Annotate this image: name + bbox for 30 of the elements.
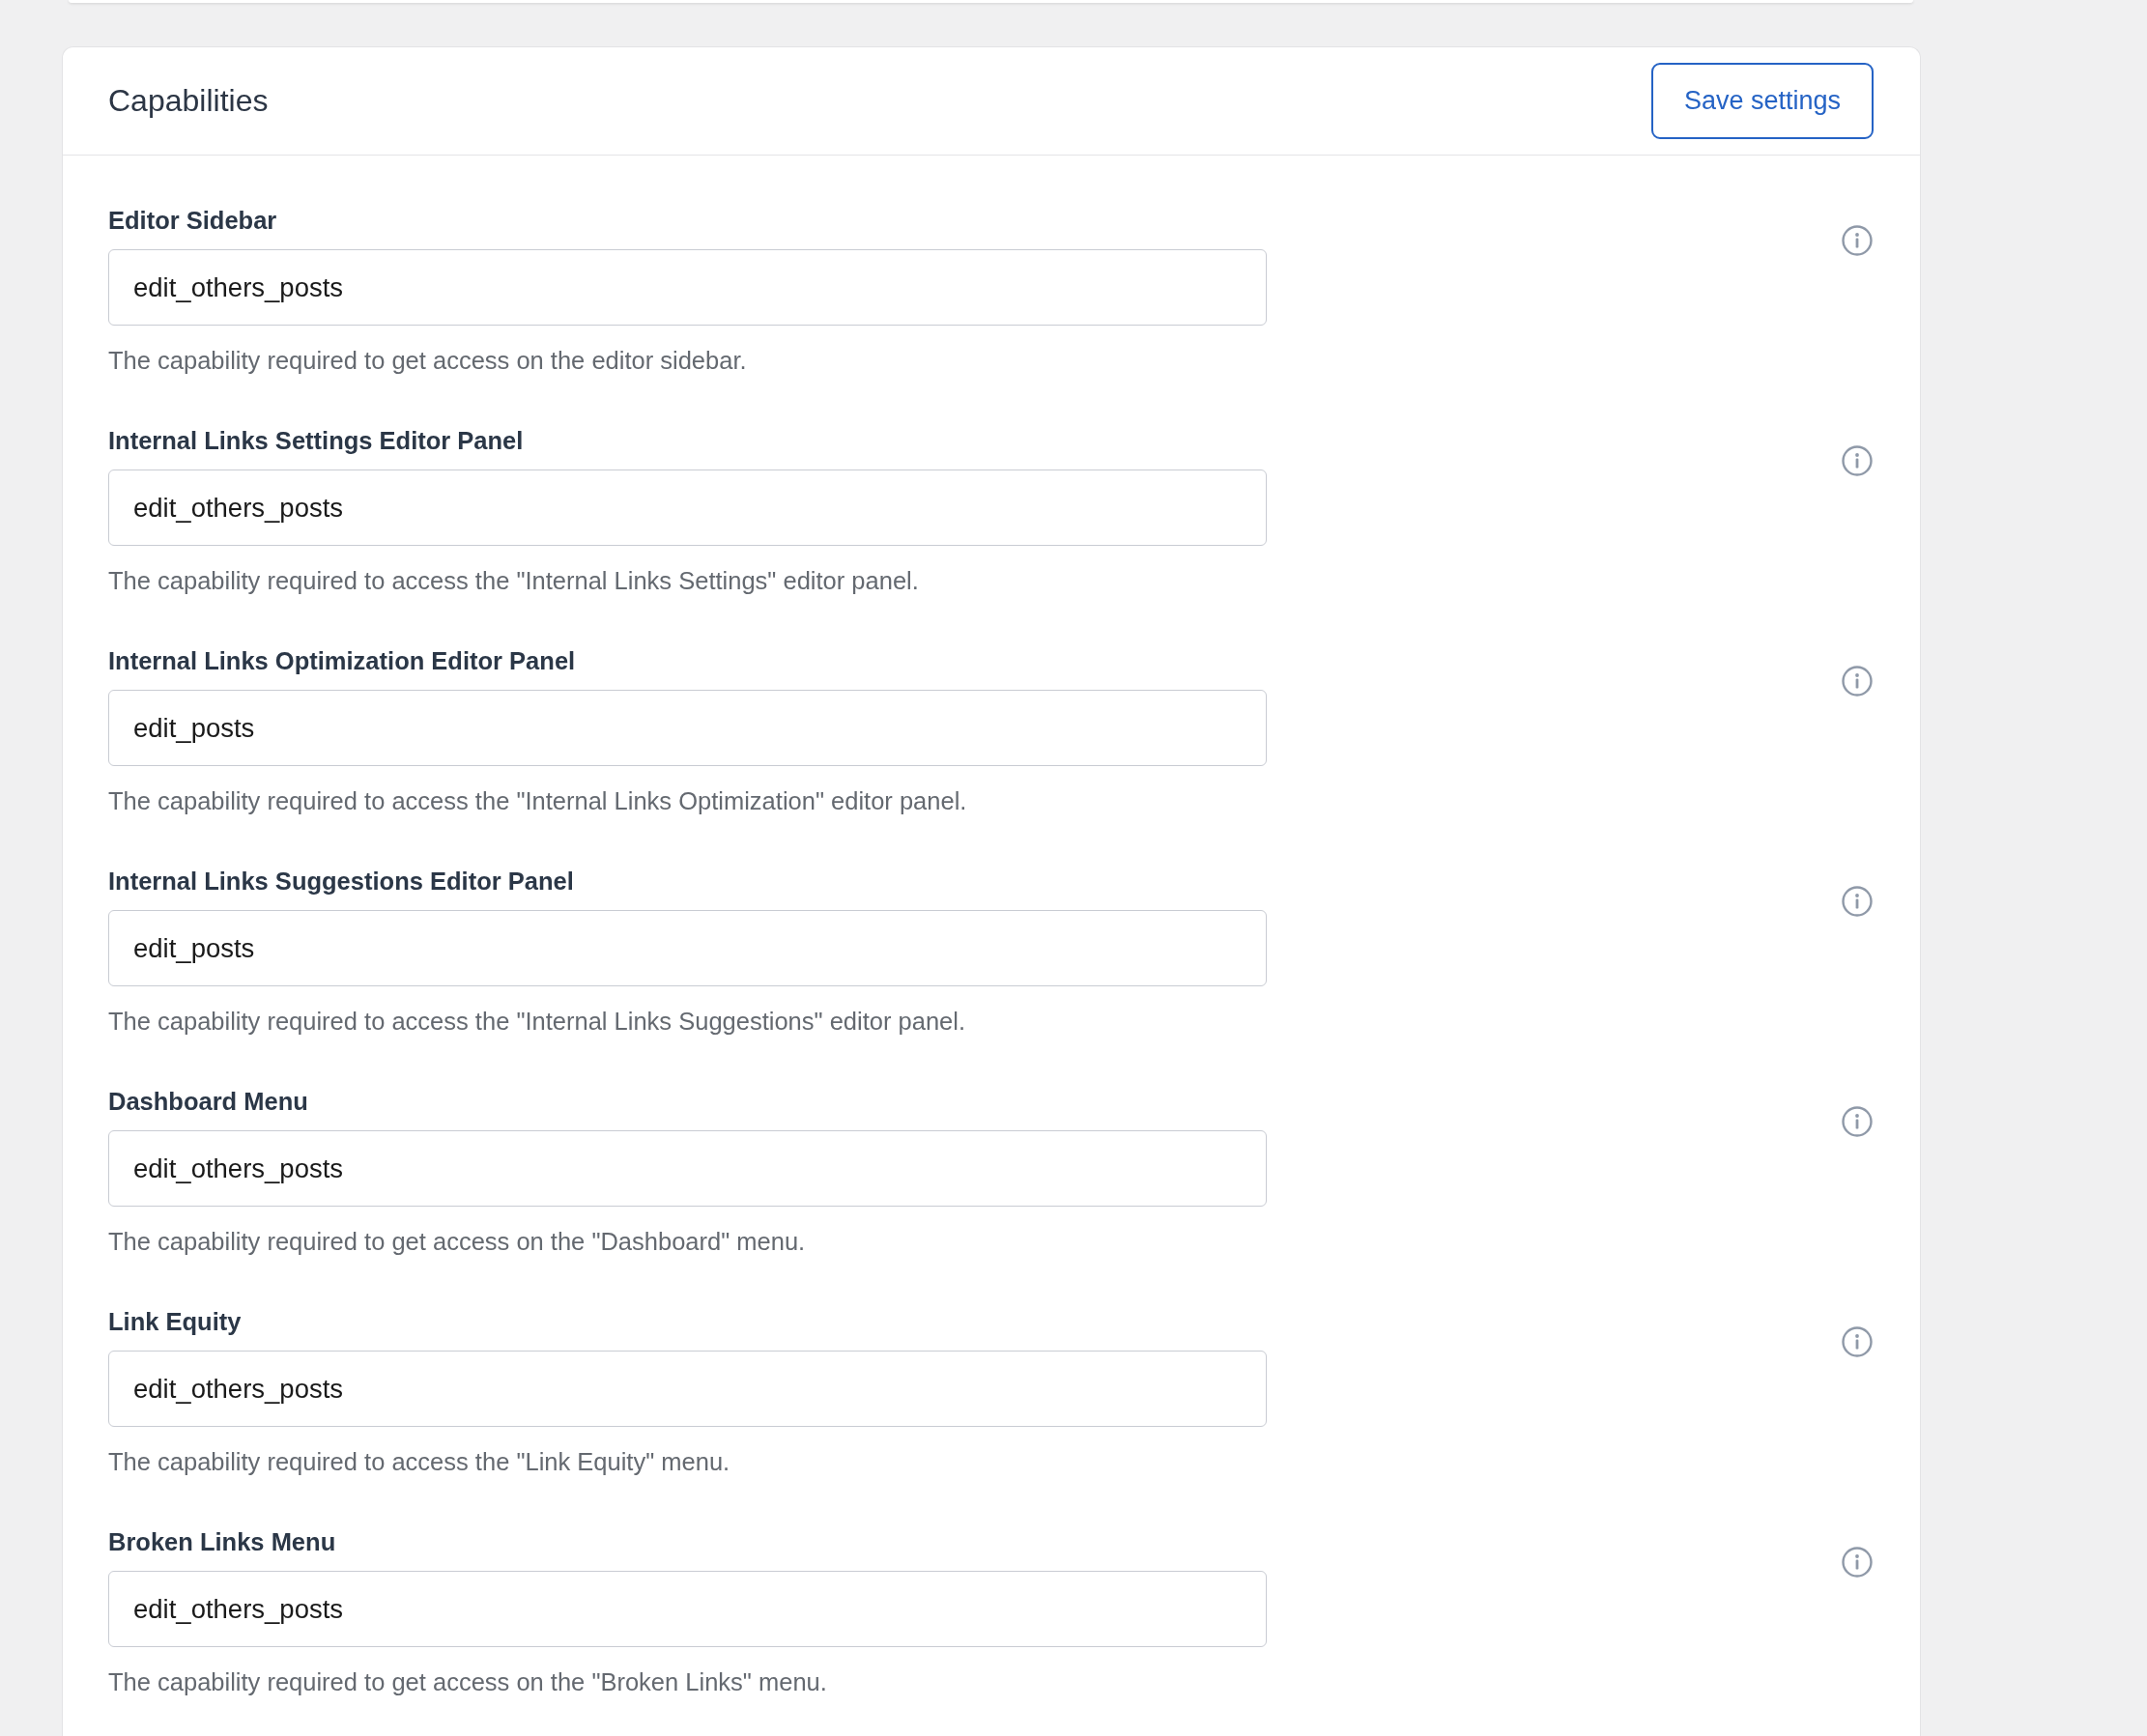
field-label: Dashboard Menu bbox=[108, 1087, 308, 1117]
field-label: Internal Links Suggestions Editor Panel bbox=[108, 867, 574, 896]
info-icon[interactable] bbox=[1842, 666, 1873, 697]
info-icon[interactable] bbox=[1842, 1547, 1873, 1578]
capability-input[interactable]: edit_others_posts bbox=[108, 249, 1267, 326]
field-label: Broken Links Menu bbox=[108, 1527, 336, 1557]
field-description: The capability required to get access on the "Dashboard" menu. bbox=[108, 1227, 806, 1257]
card-title: Capabilities bbox=[108, 83, 269, 119]
field-label: Internal Links Settings Editor Panel bbox=[108, 426, 524, 456]
field-description: The capability required to access the "Internal Links Settings" editor panel. bbox=[108, 566, 919, 596]
save-settings-button[interactable]: Save settings bbox=[1651, 63, 1874, 139]
info-icon[interactable] bbox=[1842, 1326, 1873, 1357]
field-description: The capability required to access the "Link Equity" menu. bbox=[108, 1447, 730, 1477]
field-label: Internal Links Optimization Editor Panel bbox=[108, 646, 576, 676]
capability-input[interactable]: edit_others_posts bbox=[108, 470, 1267, 546]
field-description: The capability required to access the "Internal Links Suggestions" editor panel. bbox=[108, 1007, 966, 1037]
capability-input[interactable]: edit_others_posts bbox=[108, 1130, 1267, 1207]
info-icon[interactable] bbox=[1842, 445, 1873, 476]
info-icon[interactable] bbox=[1842, 225, 1873, 256]
capability-input[interactable]: edit_others_posts bbox=[108, 1571, 1267, 1647]
capability-input[interactable]: edit_others_posts bbox=[108, 1351, 1267, 1427]
info-icon[interactable] bbox=[1842, 1106, 1873, 1137]
field-label: Link Equity bbox=[108, 1307, 242, 1337]
capability-input[interactable]: edit_posts bbox=[108, 910, 1267, 986]
info-icon[interactable] bbox=[1842, 886, 1873, 917]
capability-input[interactable]: edit_posts bbox=[108, 690, 1267, 766]
field-label: Editor Sidebar bbox=[108, 206, 277, 236]
field-description: The capability required to get access on the editor sidebar. bbox=[108, 346, 747, 376]
field-description: The capability required to access the "Internal Links Optimization" editor panel. bbox=[108, 786, 967, 816]
field-description: The capability required to get access on the "Broken Links" menu. bbox=[108, 1667, 827, 1697]
